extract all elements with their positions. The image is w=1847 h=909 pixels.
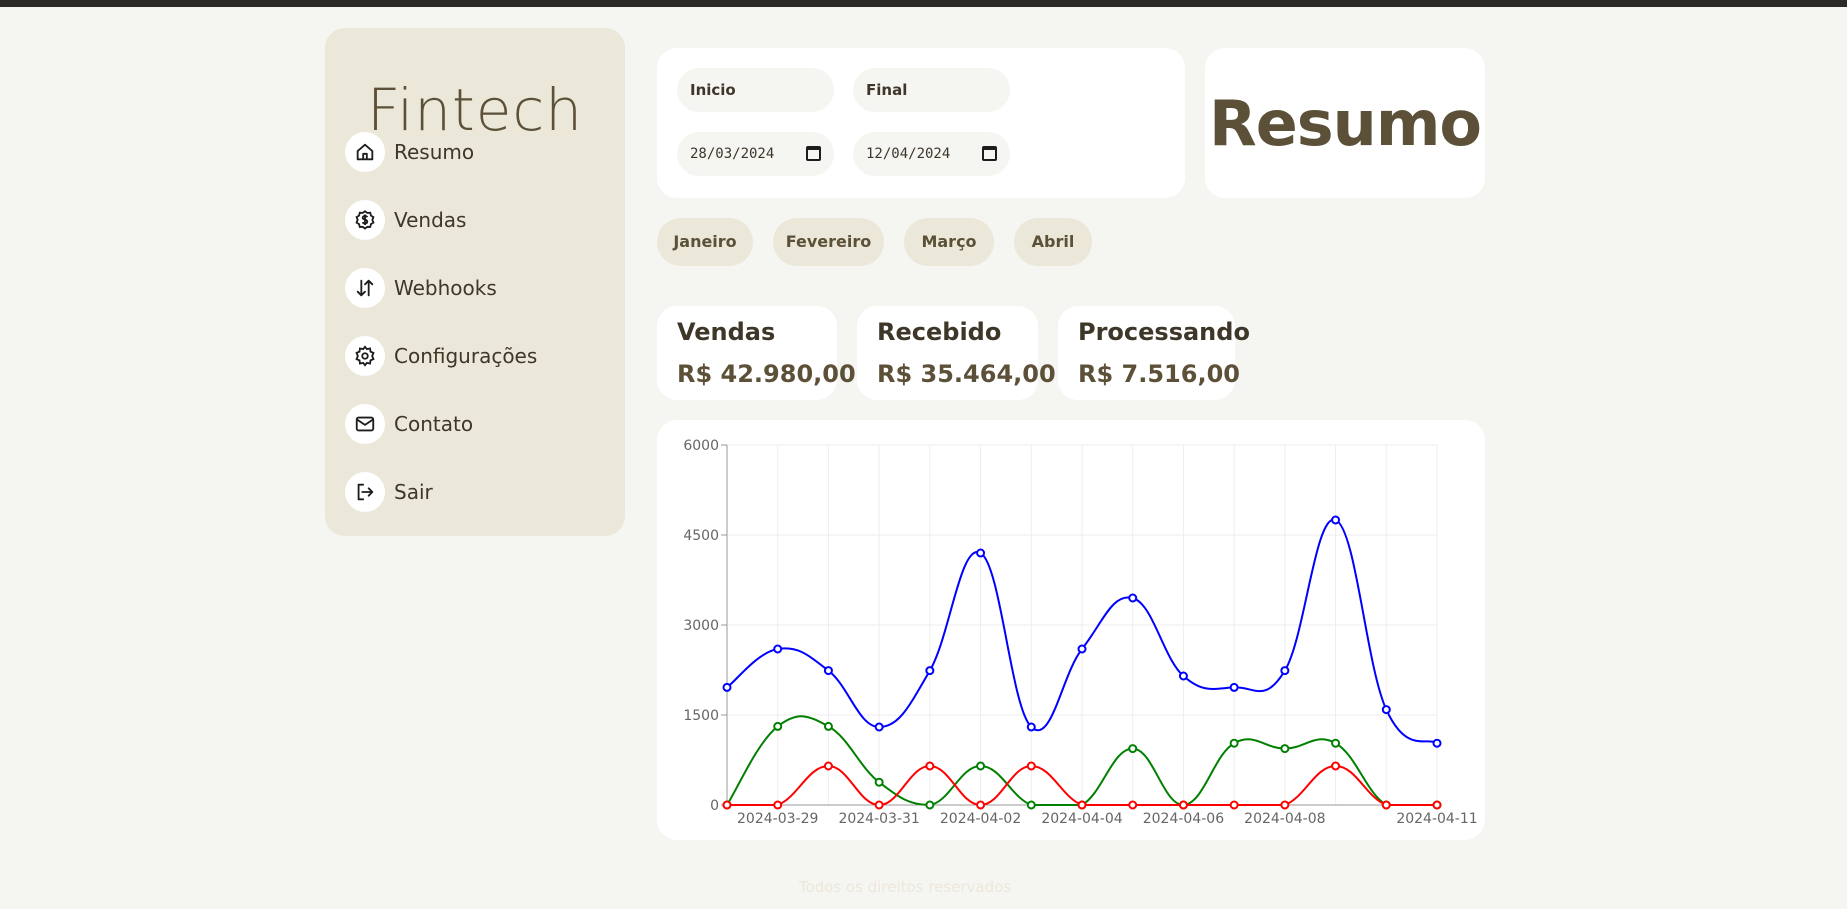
sidebar-item-label: Sair — [394, 480, 433, 504]
sidebar-item-label: Webhooks — [394, 276, 497, 300]
footer-text: Todos os direitos reservados — [798, 878, 1012, 896]
month-button-fevereiro[interactable]: Fevereiro — [773, 218, 884, 266]
data-point — [976, 761, 986, 771]
data-point — [1128, 593, 1138, 603]
data-point — [823, 666, 833, 676]
end-date-value: 12/04/2024 — [866, 146, 951, 162]
data-point — [773, 800, 783, 810]
data-point — [823, 721, 833, 731]
y-tick-label: 0 — [710, 798, 719, 814]
gear-icon — [345, 336, 385, 376]
calendar-icon[interactable] — [806, 146, 821, 161]
mail-icon — [345, 404, 385, 444]
stat-title: Recebido — [877, 318, 1002, 346]
x-tick-label: 2024-04-04 — [1041, 811, 1122, 827]
y-tick-label: 1500 — [683, 708, 719, 724]
data-point — [1280, 800, 1290, 810]
x-tick-label: 2024-03-29 — [737, 811, 818, 827]
sales-chart: 0 1500 3000 4500 6000 2024-03-29 2024-03-31 202… — [657, 420, 1485, 840]
data-point — [1026, 800, 1036, 810]
data-point — [773, 721, 783, 731]
x-tick-label: 2024-03-31 — [838, 811, 919, 827]
sidebar: Fintech Resumo Vendas Webhooks Configura… — [325, 28, 625, 536]
stat-title: Processando — [1078, 318, 1250, 346]
x-tick-label: 2024-04-08 — [1244, 811, 1325, 827]
sidebar-item-webhooks[interactable]: Webhooks — [345, 268, 497, 308]
page-title-card: Resumo — [1205, 48, 1485, 198]
home-icon — [345, 132, 385, 172]
data-point — [1178, 671, 1188, 681]
data-point — [1026, 722, 1036, 732]
data-point — [976, 800, 986, 810]
top-bar — [0, 0, 1847, 7]
data-point — [1026, 761, 1036, 771]
data-point — [1229, 800, 1239, 810]
stat-title: Vendas — [677, 318, 776, 346]
end-date-label: Final — [853, 68, 1010, 112]
month-button-abril[interactable]: Abril — [1014, 218, 1092, 266]
data-point — [874, 722, 884, 732]
data-point — [1077, 800, 1087, 810]
data-point — [1432, 800, 1442, 810]
stat-value: R$ 42.980,00 — [677, 360, 856, 388]
sidebar-item-label: Vendas — [394, 208, 467, 232]
start-date-label: Inicio — [677, 68, 834, 112]
data-point — [1128, 800, 1138, 810]
data-point — [1077, 644, 1087, 654]
data-point — [925, 800, 935, 810]
data-point — [1280, 744, 1290, 754]
data-point — [1331, 761, 1341, 771]
data-point — [722, 800, 732, 810]
calendar-icon[interactable] — [982, 146, 997, 161]
data-point — [773, 644, 783, 654]
sidebar-item-configuracoes[interactable]: Configurações — [345, 336, 537, 376]
stat-value: R$ 35.464,00 — [877, 360, 1056, 388]
data-point — [1381, 705, 1391, 715]
arrows-up-down-icon — [345, 268, 385, 308]
end-date-input[interactable]: 12/04/2024 — [853, 132, 1010, 176]
sidebar-item-label: Contato — [394, 412, 474, 436]
stat-card-recebido: Recebido R$ 35.464,00 — [857, 306, 1056, 400]
sidebar-item-label: Resumo — [394, 140, 475, 164]
sidebar-item-sair[interactable]: Sair — [345, 472, 433, 512]
data-point — [925, 666, 935, 676]
data-point — [1178, 800, 1188, 810]
line-chart: 0 1500 3000 4500 6000 2024-03-29 2024-03-31 202… — [683, 438, 1477, 827]
stat-value: R$ 7.516,00 — [1078, 360, 1240, 388]
stat-card-processando: Processando R$ 7.516,00 — [1058, 306, 1250, 400]
data-point — [976, 548, 986, 558]
data-point — [722, 682, 732, 692]
month-button-janeiro[interactable]: Janeiro — [657, 218, 753, 266]
data-point — [1280, 666, 1290, 676]
month-button-marco[interactable]: Março — [904, 218, 994, 266]
data-point — [823, 761, 833, 771]
sidebar-item-resumo[interactable]: Resumo — [345, 132, 474, 172]
sidebar-item-label: Configurações — [394, 344, 538, 368]
data-point — [1381, 800, 1391, 810]
data-point — [1331, 515, 1341, 525]
data-point — [1432, 738, 1442, 748]
data-point — [1331, 738, 1341, 748]
data-point — [874, 800, 884, 810]
page-title: Resumo — [1208, 86, 1482, 160]
start-date-input[interactable]: 28/03/2024 — [677, 132, 834, 176]
sidebar-item-vendas[interactable]: Vendas — [345, 200, 466, 240]
data-point — [874, 777, 884, 787]
date-filter-card: Inicio Final 28/03/2024 12/04/2024 — [657, 48, 1185, 198]
x-tick-label: 2024-04-02 — [940, 811, 1021, 827]
data-point — [1229, 682, 1239, 692]
start-date-value: 28/03/2024 — [690, 146, 775, 162]
stat-card-vendas: Vendas R$ 42.980,00 — [657, 306, 856, 400]
dollar-badge-icon — [345, 200, 385, 240]
logout-icon — [345, 472, 385, 512]
y-tick-label: 6000 — [683, 438, 719, 454]
y-tick-label: 3000 — [683, 618, 719, 634]
x-tick-label: 2024-04-11 — [1396, 811, 1477, 827]
x-tick-label: 2024-04-06 — [1143, 811, 1224, 827]
sidebar-item-contato[interactable]: Contato — [345, 404, 473, 444]
y-tick-label: 4500 — [683, 528, 719, 544]
data-point — [925, 761, 935, 771]
data-point — [1128, 744, 1138, 754]
data-point — [1229, 738, 1239, 748]
